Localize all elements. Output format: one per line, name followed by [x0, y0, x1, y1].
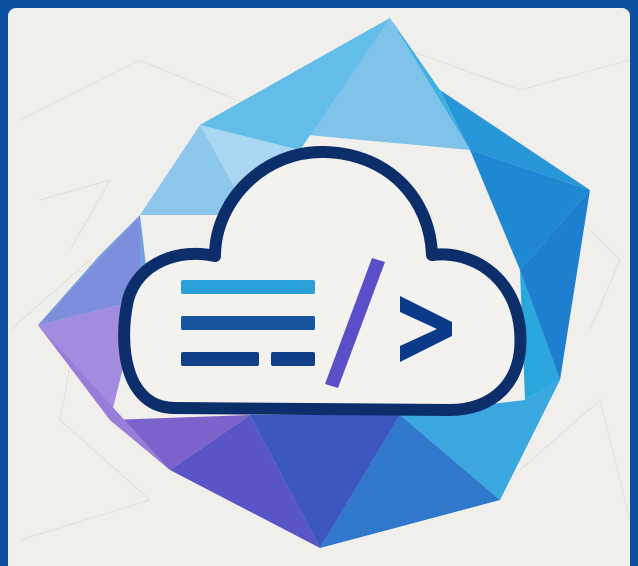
logo-canvas — [8, 8, 630, 566]
app-frame — [0, 0, 638, 566]
text-lines-icon — [181, 280, 315, 366]
cloud-code-logo — [9, 18, 630, 548]
